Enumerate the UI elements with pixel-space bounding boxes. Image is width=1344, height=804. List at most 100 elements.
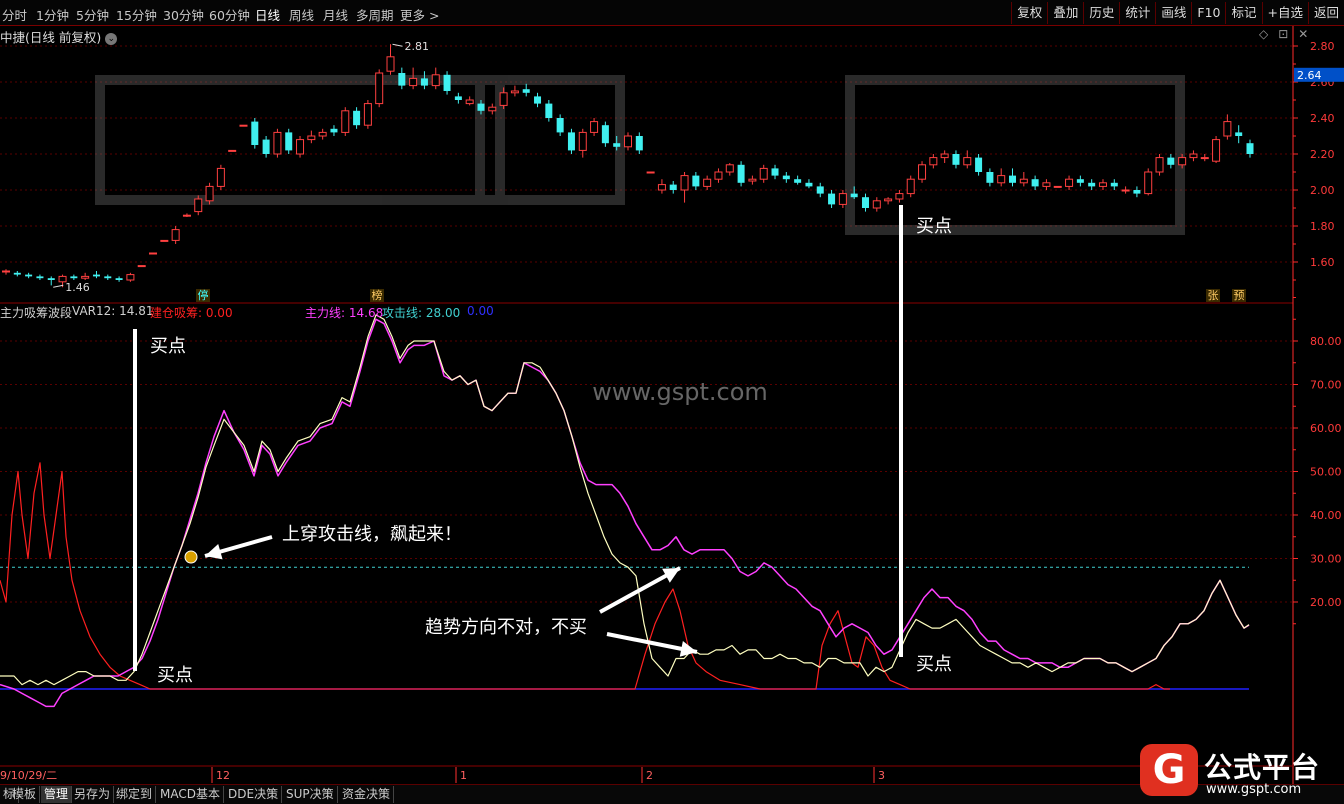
first-date-label: 9/10/29/二 [0,769,57,782]
candle-body-down [1133,190,1141,194]
candle-body-up [997,175,1006,184]
timeframe-0[interactable]: 分时 [2,5,27,24]
candle-body-up [624,135,632,148]
chart-canvas: 2.802.602.402.202.001.801.602.642.811.46… [0,26,1344,784]
candle-body-up [81,275,90,279]
candle-body-up [872,200,881,209]
current-price-label: 2.64 [1297,69,1322,82]
timeframe-1[interactable]: 1分钟 [36,5,69,24]
candle-body-up [1019,178,1028,184]
candle-body-up [1189,153,1198,159]
timeframe-10[interactable]: 更多 > [400,5,439,24]
ind-y-tick-0: 80.00 [1310,335,1342,348]
candle-body-down [1110,182,1118,187]
toolbar-button-7[interactable]: +自选 [1261,2,1308,24]
chevron-down-icon[interactable]: ⌄ [105,32,118,45]
chart-title[interactable]: 中捷(日线 前复权) ⌄ [0,27,118,46]
timeframe-8[interactable]: 月线 [323,5,348,24]
candle-body-down [613,143,621,147]
diamond-icon[interactable]: ◇ [1259,27,1268,41]
badge-2: 张 [1208,289,1219,302]
candle-body-down [861,197,869,208]
candle-body-up [465,99,474,105]
candle-body-down [443,74,451,91]
candle-body-down [986,172,994,183]
candle-body-up [363,103,372,126]
bottom-tab-6[interactable]: DDE决策 [225,786,283,803]
bottom-tab-2[interactable]: 管理 [41,786,73,803]
candle-body-up [171,229,180,241]
candle-body-down [828,193,836,205]
candle-body-up [307,135,316,141]
window-controls: ◇ ⊡ ✕ [1259,27,1318,41]
candle-body-up [748,178,757,182]
candle-body-up [216,167,225,187]
bottom-tab-8[interactable]: 资金决策 [339,786,395,803]
site-logo: G 公式平台 www.gspt.com [1140,744,1344,803]
candle-body-down [545,103,553,118]
candle-body-up [488,106,497,112]
timeframe-2[interactable]: 5分钟 [76,5,109,24]
timeframe-7[interactable]: 周线 [289,5,314,24]
candle-body-down [251,121,259,145]
candle-body-up [149,252,158,255]
bottom-tab-3[interactable]: 另存为 [71,786,115,803]
bottom-tab-5[interactable]: MACD基本 [157,786,224,803]
legend-item-2: 建仓吸筹: 0.00 [150,306,233,320]
main-y-tick-6: 1.60 [1310,256,1335,269]
main-y-tick-3: 2.20 [1310,148,1335,161]
arrow-wrong-down-head [679,641,697,657]
bottom-tab-4[interactable]: 绑定到 [113,786,157,803]
toolbar-button-8[interactable]: 返回 [1307,2,1344,24]
candle-body-down [477,103,485,111]
timeframe-5[interactable]: 60分钟 [209,5,250,24]
candle-body-up [646,171,655,174]
toolbar-button-6[interactable]: 标记 [1225,2,1261,24]
candle-body-up [409,77,418,87]
candle-body-down [522,89,530,93]
timeframe-4[interactable]: 30分钟 [163,5,204,24]
candle-body-up [1144,171,1153,195]
candle-body-up [759,167,768,180]
buy-label-3: 买点 [916,216,952,237]
legend-item-1: VAR12: 14.81 [72,304,154,318]
candle-body-down [36,276,44,279]
timeframe-3[interactable]: 15分钟 [116,5,157,24]
toolbar-button-0[interactable]: 复权 [1011,2,1047,24]
candle-body-up [918,164,927,180]
chart-title-text: 中捷(日线 前复权) [0,30,102,45]
candle-body-up [499,92,508,106]
candle-body-up [386,56,395,72]
candle-body-up [657,184,666,191]
candle-body-up [680,175,689,191]
candle-body-up [1042,182,1051,187]
close-icon[interactable]: ✕ [1298,27,1308,41]
toolbar-button-4[interactable]: 画线 [1155,2,1191,24]
candle-body-up [1200,157,1209,160]
candle-body-down [1009,175,1017,183]
toolbar-button-2[interactable]: 历史 [1083,2,1119,24]
main-y-tick-2: 2.40 [1310,112,1335,125]
toolbar-button-1[interactable]: 叠加 [1047,2,1083,24]
ind-y-tick-2: 60.00 [1310,422,1342,435]
candle-body-up [1098,182,1107,187]
candle-body-down [635,136,643,151]
timeframe-9[interactable]: 多周期 [356,5,394,24]
badge-1: 榜 [372,288,383,302]
candle-body-up [906,178,915,195]
candle-body-down [601,125,609,144]
bottom-tab-1[interactable]: 模板 [9,786,41,803]
ind-y-tick-4: 40.00 [1310,509,1342,522]
candle-body-up [273,131,282,155]
low-marker-label: 1.46 [65,281,90,294]
toolbar-button-5[interactable]: F10 [1191,2,1225,24]
toolbar-button-3[interactable]: 统计 [1119,2,1155,24]
candle-body-down [952,154,960,165]
restore-icon[interactable]: ⊡ [1278,27,1288,41]
candle-body-down [534,96,542,104]
bottom-tab-7[interactable]: SUP决策 [283,786,338,803]
month-label-0: 12 [216,769,230,782]
candle-body-down [669,184,677,190]
timeframe-6[interactable]: 日线 [255,5,280,24]
candle-body-down [398,73,406,86]
